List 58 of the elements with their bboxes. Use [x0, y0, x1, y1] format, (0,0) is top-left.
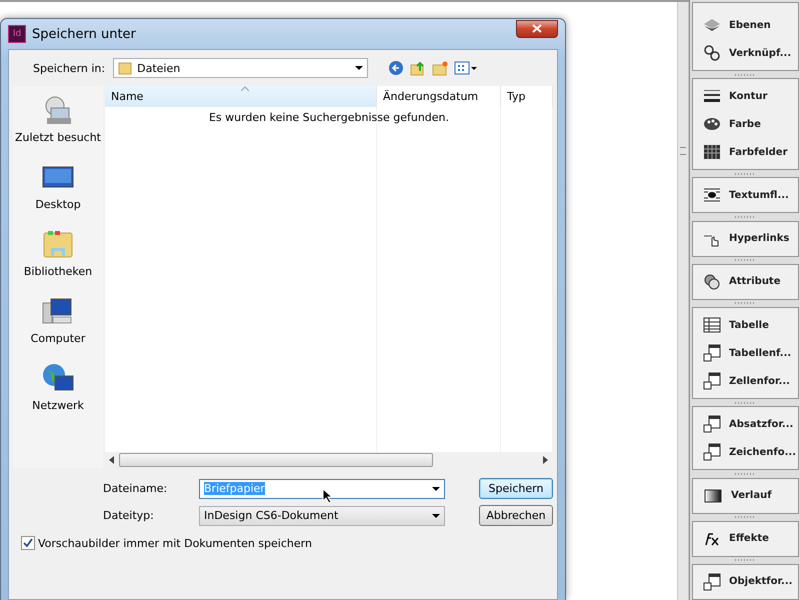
- text-wrap-icon: [703, 186, 721, 204]
- new-folder-icon[interactable]: [432, 60, 448, 76]
- style-icon: [703, 372, 721, 390]
- panel-item[interactable]: Effekte: [693, 524, 798, 553]
- panel-item[interactable]: Zeichenfo...: [693, 438, 798, 466]
- scroll-left-icon[interactable]: [109, 456, 115, 464]
- link-icon: [703, 44, 721, 62]
- panel-item[interactable]: Tabelle: [693, 311, 798, 340]
- panel-item[interactable]: Tabellenf...: [693, 339, 798, 368]
- panel-item[interactable]: Zellenfor...: [693, 367, 798, 396]
- filetype-label: Dateityp:: [103, 509, 155, 522]
- save-button[interactable]: Speichern: [479, 478, 553, 499]
- panel-item[interactable]: Verknüpf...: [693, 39, 798, 67]
- panel-item[interactable]: Absatzfor...: [693, 410, 798, 438]
- close-icon: [532, 24, 542, 33]
- cancel-button[interactable]: Abbrechen: [479, 505, 553, 526]
- style-icon: [703, 344, 721, 362]
- vertical-scrollbar[interactable]: [677, 2, 689, 600]
- filename-label: Dateiname:: [103, 482, 168, 495]
- checkbox-label: Vorschaubilder immer mit Dokumenten speichern: [38, 536, 312, 550]
- panel-item[interactable]: Kontur: [693, 82, 798, 110]
- panel-item[interactable]: Farbfelder: [693, 138, 798, 166]
- app-icon: Id: [8, 25, 26, 43]
- place-item[interactable]: Netzwerk: [32, 362, 84, 412]
- table-icon: [703, 316, 721, 334]
- panel-item[interactable]: Attribute: [693, 268, 798, 296]
- back-icon[interactable]: [388, 60, 404, 76]
- window-title: Speichern unter: [32, 26, 137, 42]
- layers-icon: [703, 16, 721, 34]
- place-item[interactable]: Zuletzt besucht: [14, 94, 101, 144]
- checkbox[interactable]: [21, 536, 35, 550]
- filetype-dropdown[interactable]: InDesign CS6-Dokument: [199, 506, 445, 526]
- panel-item[interactable]: Farbe: [693, 110, 798, 138]
- place-item[interactable]: Desktop: [35, 161, 81, 211]
- folder-icon: [118, 61, 132, 75]
- gradient-icon: [703, 486, 723, 505]
- place-item[interactable]: Computer: [30, 295, 86, 345]
- scroll-right-icon[interactable]: [543, 456, 549, 464]
- up-folder-icon[interactable]: [410, 60, 426, 76]
- place-item[interactable]: Bibliotheken: [24, 228, 92, 278]
- attributes-icon: [703, 272, 721, 291]
- column-header[interactable]: Name: [105, 86, 377, 107]
- view-menu-icon[interactable]: [454, 60, 478, 76]
- folder-dropdown[interactable]: Dateien: [113, 58, 368, 78]
- empty-message: Es wurden keine Suchergebnisse gefunden.: [208, 111, 450, 124]
- panel-item[interactable]: Objektfor...: [693, 568, 798, 596]
- close-button[interactable]: [516, 20, 558, 38]
- save-in-label: Speichern in:: [33, 62, 106, 74]
- grid-icon: [703, 143, 721, 162]
- style-icon: [703, 415, 721, 434]
- panel-item[interactable]: Verlauf: [693, 482, 798, 510]
- style-icon: [703, 572, 721, 591]
- panel-item[interactable]: Ebenen: [693, 11, 798, 39]
- panel-item[interactable]: Hyperlinks: [693, 224, 798, 253]
- style-icon: [703, 443, 721, 462]
- mouse-cursor-icon: [322, 488, 334, 504]
- horizontal-scrollbar[interactable]: [105, 452, 553, 468]
- panel-item[interactable]: Textumfl...: [693, 181, 798, 210]
